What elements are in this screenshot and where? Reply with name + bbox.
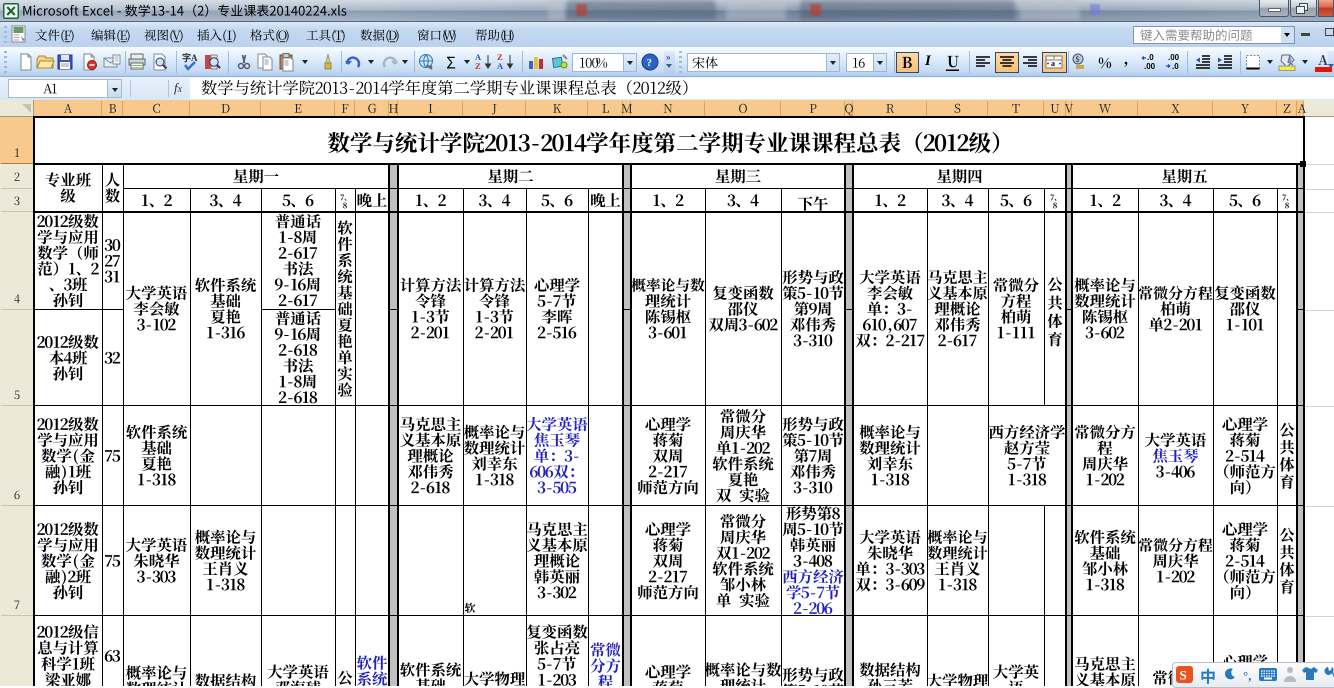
- svg-text:.0: .0: [1172, 62, 1179, 71]
- svg-text:字A: 字A: [182, 52, 198, 63]
- svg-text:$: $: [1076, 55, 1080, 64]
- svg-text:a: a: [1051, 59, 1055, 68]
- svg-text:.00: .00: [1144, 62, 1156, 71]
- svg-text:?: ?: [647, 57, 653, 69]
- svg-text:Z: Z: [475, 61, 481, 71]
- svg-text:.0: .0: [1147, 53, 1154, 62]
- svg-text:.00: .00: [1168, 53, 1180, 62]
- svg-text:A: A: [497, 61, 504, 71]
- svg-text:S: S: [1180, 668, 1187, 683]
